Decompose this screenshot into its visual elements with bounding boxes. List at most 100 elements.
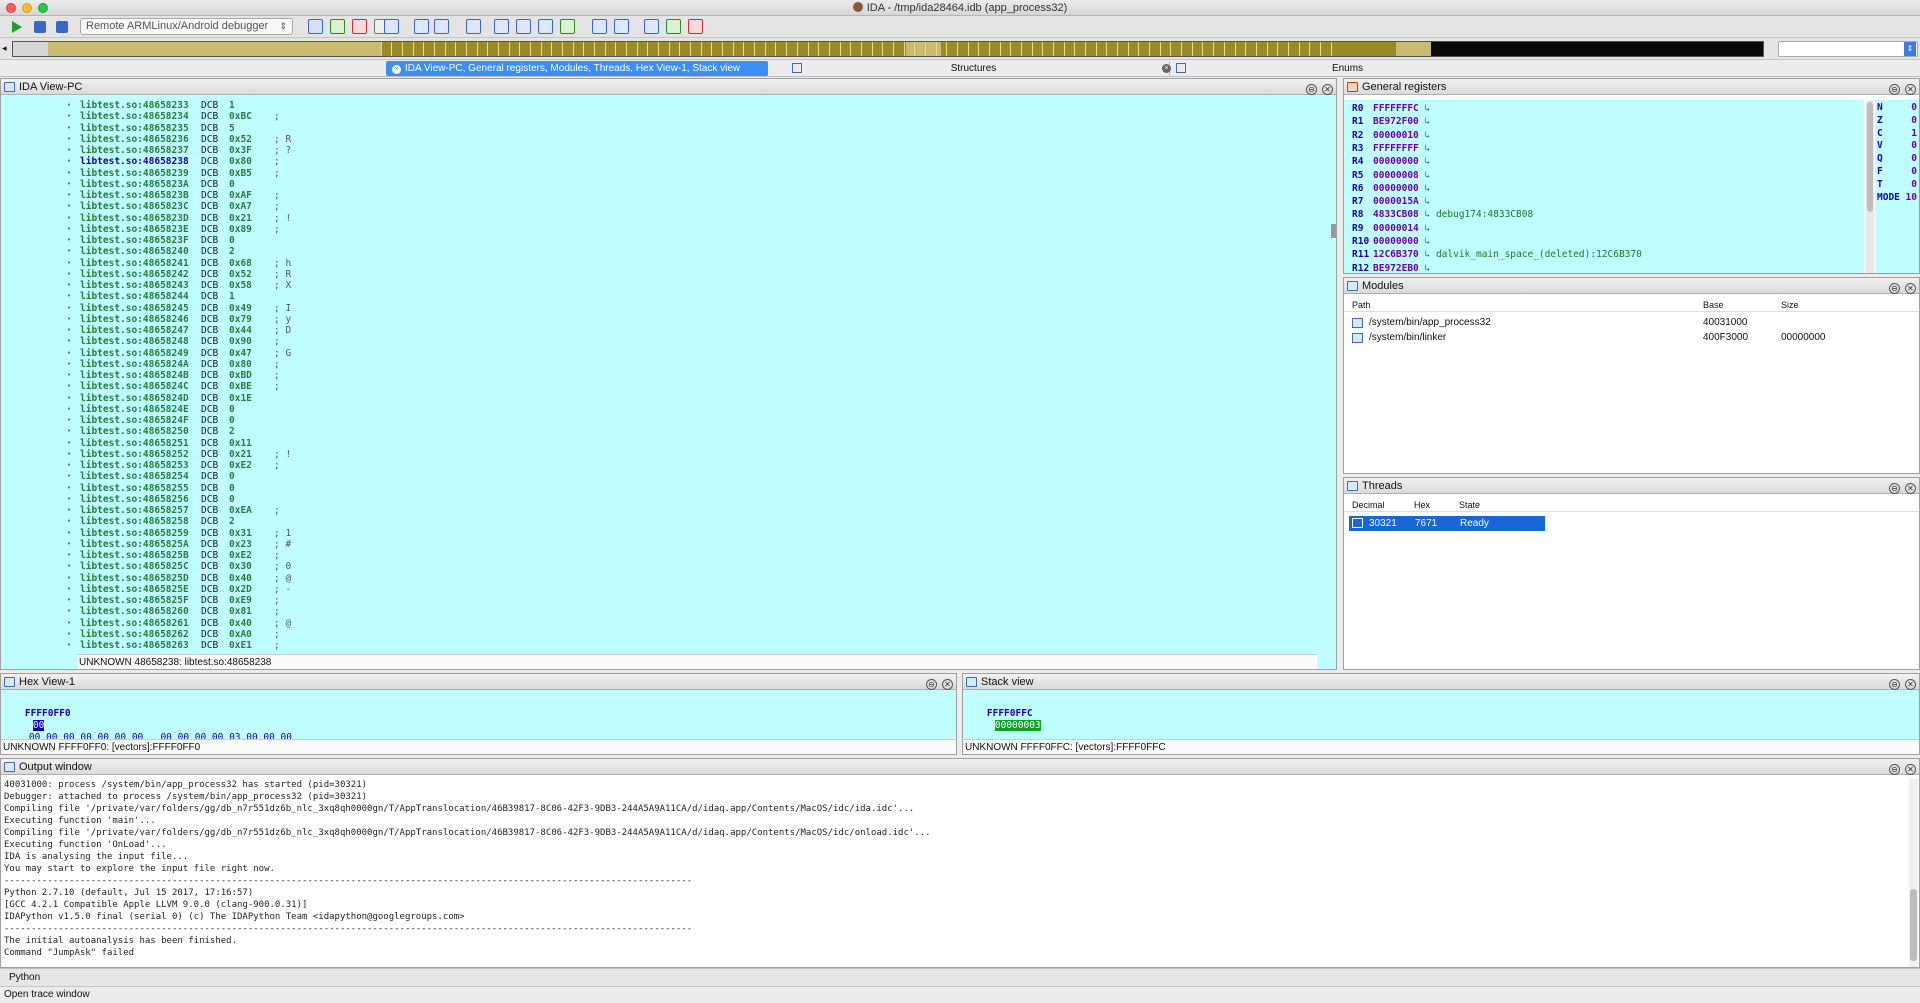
close-panel-icon[interactable]: ✕: [1905, 84, 1916, 95]
breakpoint-add-icon[interactable]: [330, 19, 345, 34]
flag-row[interactable]: C1: [1877, 128, 1919, 140]
code-line[interactable]: • libtest.so:4865823D DCB 0x21 ; !: [1, 213, 1323, 224]
code-line[interactable]: • libtest.so:48658250 DCB 2: [1, 426, 1323, 437]
jump-arrow-icon[interactable]: ↳: [1419, 143, 1436, 154]
attach-process-icon[interactable]: [308, 19, 323, 34]
code-line[interactable]: • libtest.so:48658257 DCB 0xEA;: [1, 505, 1323, 516]
tab-enums[interactable]: × Enums: [1160, 61, 1535, 76]
module-row[interactable]: /system/bin/app_process32 40031000: [1344, 316, 1919, 330]
code-line[interactable]: • libtest.so:48658244 DCB 1: [1, 291, 1323, 302]
code-line[interactable]: • libtest.so:4865824E DCB 0: [1, 404, 1323, 415]
jump-arrow-icon[interactable]: ↳: [1419, 223, 1436, 234]
flag-row[interactable]: MODE 10: [1877, 192, 1919, 204]
jump-arrow-icon[interactable]: ↳: [1419, 263, 1436, 273]
register-row[interactable]: R11 12C6B370 ↳ dalvik_main_space_(deleted…: [1352, 248, 1642, 261]
code-line[interactable]: • libtest.so:48658260 DCB 0x81;: [1, 606, 1323, 617]
register-value[interactable]: 4833CB08: [1373, 209, 1419, 220]
close-panel-icon[interactable]: ✕: [942, 679, 953, 690]
code-line[interactable]: • libtest.so:4865823A DCB 0: [1, 179, 1323, 190]
close-tab-icon[interactable]: ×: [392, 65, 401, 74]
code-line[interactable]: • libtest.so:4865823F DCB 0: [1, 235, 1323, 246]
code-line[interactable]: • libtest.so:48658263 DCB 0xE1;: [1, 640, 1323, 651]
code-line[interactable]: • libtest.so:48658239 DCB 0xB5;: [1, 168, 1323, 179]
manual-memory-icon[interactable]: [666, 19, 681, 34]
code-line[interactable]: • libtest.so:48658236 DCB 0x52 ; R: [1, 134, 1323, 145]
register-value[interactable]: 00000000: [1373, 156, 1419, 167]
debugger-select[interactable]: Remote ARMLinux/Android debugger ⇕: [80, 18, 293, 35]
code-line[interactable]: • libtest.so:48658262 DCB 0xA0;: [1, 629, 1323, 640]
navigation-strip[interactable]: [12, 41, 1764, 57]
segment-view-icon[interactable]: [384, 19, 399, 34]
flag-value[interactable]: 0: [1911, 179, 1917, 191]
float-panel-icon[interactable]: ⊖: [1889, 283, 1900, 294]
modules-col-path[interactable]: Path: [1352, 298, 1371, 312]
code-line[interactable]: • libtest.so:4865825E DCB 0x2D ; -: [1, 584, 1323, 595]
flag-value[interactable]: 0: [1911, 115, 1917, 127]
code-line[interactable]: • libtest.so:48658242 DCB 0x52 ; R: [1, 269, 1323, 280]
stop-process-icon[interactable]: [56, 21, 68, 33]
command-input[interactable]: [52, 971, 1912, 985]
jump-arrow-icon[interactable]: ↳: [1419, 116, 1436, 127]
close-panel-icon[interactable]: ✕: [1905, 679, 1916, 690]
jump-arrow-icon[interactable]: ↳: [1419, 170, 1436, 181]
code-line[interactable]: • libtest.so:48658256 DCB 0: [1, 494, 1323, 505]
flag-value[interactable]: 0: [1911, 140, 1917, 152]
code-line[interactable]: • libtest.so:48658243 DCB 0x58 ; X: [1, 280, 1323, 291]
register-row[interactable]: R2 00000010 ↳: [1352, 129, 1436, 142]
close-panel-icon[interactable]: ✕: [1322, 84, 1333, 95]
code-line[interactable]: • libtest.so:4865823B DCB 0xAF;: [1, 190, 1323, 201]
code-line[interactable]: • libtest.so:4865823C DCB 0xA7;: [1, 201, 1323, 212]
register-value[interactable]: 0000015A: [1373, 196, 1419, 207]
code-line[interactable]: • libtest.so:48658246 DCB 0x79 ; y: [1, 314, 1323, 325]
register-row[interactable]: R9 00000014 ↳: [1352, 222, 1436, 235]
flag-value[interactable]: 1: [1911, 128, 1917, 140]
trace-window-icon[interactable]: [614, 19, 629, 34]
float-panel-icon[interactable]: ⊖: [1889, 483, 1900, 494]
code-line[interactable]: • libtest.so:48658259 DCB 0x31 ; 1: [1, 528, 1323, 539]
tab-ida-view[interactable]: × IDA View-PC, General registers, Modules…: [386, 61, 768, 76]
code-line[interactable]: • libtest.so:4865825A DCB 0x23 ; #: [1, 539, 1323, 550]
register-row[interactable]: R5 00000008 ↳: [1352, 169, 1436, 182]
run-to-cursor-icon[interactable]: [516, 19, 531, 34]
threads-col-decimal[interactable]: Decimal: [1352, 498, 1385, 512]
float-panel-icon[interactable]: ⊖: [1889, 84, 1900, 95]
python-language-button[interactable]: Python: [9, 971, 40, 985]
code-line[interactable]: • libtest.so:4865823E DCB 0x89;: [1, 224, 1323, 235]
close-panel-icon[interactable]: ✕: [1905, 283, 1916, 294]
close-tab-icon[interactable]: ×: [1162, 64, 1171, 73]
thread-row[interactable]: 30321 7671 Ready: [1349, 516, 1545, 531]
output-log[interactable]: 40031000: process /system/bin/app_proces…: [1, 779, 1906, 967]
output-scrollbar[interactable]: [1909, 779, 1918, 967]
code-line[interactable]: • libtest.so:4865825B DCB 0xE2;: [1, 550, 1323, 561]
disassembly-listing[interactable]: • libtest.so:48658233 DCB 1 • libtest.so:4865…: [1, 100, 1323, 651]
register-value[interactable]: FFFFFFFF: [1373, 143, 1419, 154]
modules-col-size[interactable]: Size: [1781, 298, 1799, 312]
step-check-icon[interactable]: [434, 19, 449, 34]
trace-instructions-icon[interactable]: [560, 19, 575, 34]
code-line[interactable]: • libtest.so:4865824B DCB 0xBD;: [1, 370, 1323, 381]
jump-arrow-icon[interactable]: ↳: [1419, 196, 1436, 207]
scroll-handle[interactable]: [1331, 224, 1336, 238]
register-value[interactable]: 00000000: [1373, 183, 1419, 194]
jump-arrow-icon[interactable]: ↳: [1419, 130, 1436, 141]
float-panel-icon[interactable]: ⊖: [1889, 679, 1900, 690]
code-line[interactable]: • libtest.so:48658253 DCB 0xE2;: [1, 460, 1323, 471]
code-line[interactable]: • libtest.so:4865824D DCB 0x1E: [1, 393, 1323, 404]
flag-value[interactable]: 0: [1911, 166, 1917, 178]
register-row[interactable]: R7 0000015A ↳: [1352, 195, 1436, 208]
refresh-memory-icon[interactable]: [644, 19, 659, 34]
flag-row[interactable]: N0: [1877, 102, 1919, 114]
module-row[interactable]: /system/bin/linker 400F3000 00000000: [1344, 331, 1919, 345]
flag-row[interactable]: F0: [1877, 166, 1919, 178]
code-line[interactable]: • libtest.so:48658251 DCB 0x11: [1, 438, 1323, 449]
code-line[interactable]: • libtest.so:48658245 DCB 0x49 ; I: [1, 303, 1323, 314]
code-line[interactable]: • libtest.so:4865824A DCB 0x80;: [1, 359, 1323, 370]
step-out-icon[interactable]: [538, 19, 553, 34]
flag-row[interactable]: Q0: [1877, 153, 1919, 165]
jump-arrow-icon[interactable]: ↳: [1419, 249, 1436, 260]
flag-value[interactable]: 10: [1906, 192, 1917, 204]
hex-cursor-byte[interactable]: 00: [32, 720, 45, 731]
register-scrollbar[interactable]: [1866, 100, 1874, 273]
breakpoint-delete-icon[interactable]: [352, 19, 367, 34]
threads-col-state[interactable]: State: [1459, 498, 1480, 512]
